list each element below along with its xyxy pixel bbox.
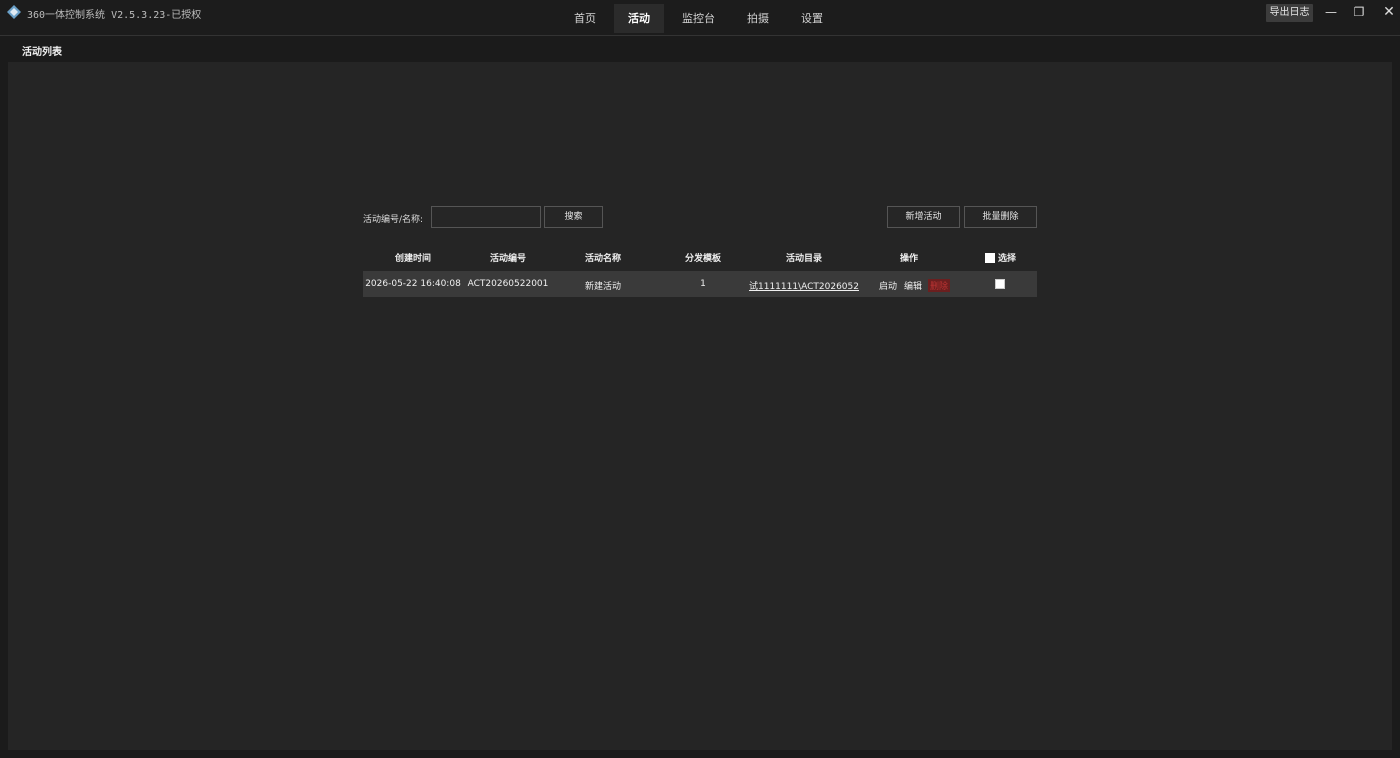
header-code: 活动编号 [489, 254, 527, 264]
cell-template: 1 [700, 279, 706, 289]
restore-icon[interactable]: ❐ [1350, 3, 1368, 21]
delete-button[interactable]: 删除 [928, 279, 951, 292]
search-input[interactable] [431, 206, 541, 228]
app-title: 360一体控制系统 V2.5.3.23-已授权 [27, 10, 202, 21]
header-ops: 操作 [899, 254, 919, 264]
main-nav: 首页 活动 监控台 拍摄 设置 [560, 4, 841, 33]
header-template: 分发模板 [684, 254, 722, 264]
cell-created: 2026-05-22 16:40:08 [365, 279, 461, 289]
table-row[interactable]: 2026-05-22 16:40:08 ACT20260522001 新建活动 … [363, 271, 1037, 297]
minimize-icon[interactable]: — [1322, 3, 1340, 21]
select-all[interactable]: 选择 [985, 251, 1016, 264]
header-created: 创建时间 [394, 254, 432, 264]
page-title: 活动列表 [22, 47, 62, 58]
table-header: 创建时间 活动编号 活动名称 分发模板 活动目录 操作 选择 [363, 251, 1037, 267]
start-button[interactable]: 启动 [879, 279, 897, 292]
cell-dir-link[interactable]: 试1111111\ACT2026052 [749, 279, 859, 292]
title-bar: 360一体控制系统 V2.5.3.23-已授权 首页 活动 监控台 拍摄 设置 … [0, 0, 1400, 36]
app-logo-icon [7, 5, 21, 19]
nav-home[interactable]: 首页 [560, 4, 610, 33]
edit-button[interactable]: 编辑 [904, 279, 922, 292]
header-select: 选择 [998, 254, 1017, 264]
nav-settings[interactable]: 设置 [787, 4, 837, 33]
cell-name: 新建活动 [584, 282, 622, 292]
header-dir: 活动目录 [785, 254, 823, 264]
cell-code: ACT20260522001 [467, 279, 549, 289]
select-all-checkbox[interactable] [985, 252, 995, 263]
close-icon[interactable]: ✕ [1380, 3, 1398, 21]
nav-shoot[interactable]: 拍摄 [733, 4, 783, 33]
batch-delete-button[interactable]: 批量删除 [964, 206, 1037, 228]
row-select-checkbox[interactable] [995, 279, 1005, 289]
nav-monitor[interactable]: 监控台 [668, 4, 729, 33]
add-activity-button[interactable]: 新增活动 [887, 206, 960, 228]
content-panel [8, 62, 1392, 750]
header-name: 活动名称 [584, 254, 622, 264]
search-label: 活动编号/名称: [363, 215, 424, 225]
nav-activity[interactable]: 活动 [614, 4, 664, 33]
export-log-button[interactable]: 导出日志 [1266, 4, 1313, 22]
search-button[interactable]: 搜索 [544, 206, 603, 228]
